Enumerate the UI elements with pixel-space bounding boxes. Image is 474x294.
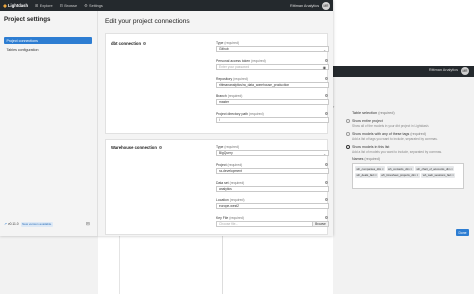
background-window-top — [333, 0, 474, 66]
project-input[interactable]: ra-development — [216, 168, 329, 175]
info-icon[interactable]: i — [325, 181, 329, 185]
arrow-up-icon: ↗ — [4, 222, 8, 227]
type-label: Type (required) — [216, 145, 240, 149]
tag-chip[interactable]: wh_contacts_dim × — [386, 166, 414, 172]
keyfile-label: Key File (required) — [216, 216, 244, 220]
branch-input[interactable]: master — [216, 99, 329, 106]
names-label: Names (required) — [352, 157, 380, 161]
background-main-edge — [98, 236, 120, 294]
dbt-connection-title: dbt connection i — [111, 41, 147, 46]
dbt-connection-card: dbt connection i Type (required) Github ⌄ … — [105, 33, 329, 134]
dataset-label: Data set (required) — [216, 181, 245, 185]
version-info: ↗ v0.11.0 New version available — [4, 222, 53, 227]
radio-option-entire-project[interactable]: Show entire project — [346, 119, 469, 123]
tag-chip[interactable]: wh_companies_dim × — [355, 166, 386, 172]
radio-icon[interactable] — [346, 132, 350, 136]
radio-help-text: Add a list of tags you want to include, … — [352, 137, 438, 141]
table-selection-title: Table selection (required) — [352, 111, 395, 115]
radio-option-models-list[interactable]: Show models in this list — [346, 145, 469, 149]
nav-browse[interactable]: ⊟ Browse — [60, 3, 77, 8]
info-icon[interactable]: i — [325, 112, 329, 116]
radio-option-tags[interactable]: Show models with any of these tags (requ… — [346, 132, 469, 136]
tag-chip[interactable]: wh_web_sessions_fact × — [421, 172, 456, 178]
radio-label: Show models in this list — [352, 145, 390, 149]
lightdash-logo[interactable]: Lightdash — [3, 3, 28, 8]
tag-chip[interactable]: wh_timesheet_projects_dim × — [379, 172, 420, 178]
section-heading: Edit your project connections — [105, 18, 190, 25]
branch-label: Branch (required) — [216, 94, 243, 98]
warehouse-connection-card: Warehouse connection i Type (required) Bi… — [105, 139, 329, 235]
page-title: Project settings — [4, 16, 51, 23]
keyfile-input[interactable]: Choose file... Browse — [216, 221, 329, 228]
repository-input[interactable]: rittmananalytics/ra_data_warehouse_produ… — [216, 82, 329, 89]
background-sidebar — [0, 236, 98, 294]
done-button[interactable]: Done — [456, 229, 469, 236]
type-label: Type (required) — [216, 41, 240, 45]
new-version-badge[interactable]: New version available — [20, 222, 53, 227]
location-label: Location (required) — [216, 198, 245, 202]
names-tag-input[interactable]: wh_companies_dim × wh_contacts_dim × wh_… — [352, 163, 464, 189]
chevron-down-icon: ⌄ — [323, 151, 326, 156]
avatar[interactable]: MR — [322, 1, 330, 10]
logo-icon — [3, 3, 7, 8]
info-icon[interactable]: i — [325, 59, 329, 63]
tag-chip[interactable]: wh_deals_fact × — [355, 172, 379, 178]
top-navbar: Lightdash ⊞ Explore ⊟ Browse ⚙ Settings Rit… — [0, 0, 333, 11]
repository-label: Repository (required) — [216, 77, 248, 81]
dbt-type-select[interactable]: Github ⌄ — [216, 46, 329, 53]
dataset-input[interactable]: analytics — [216, 186, 329, 193]
collapse-sidebar-icon[interactable]: ⊟ — [86, 221, 90, 227]
explore-icon: ⊞ — [35, 3, 39, 8]
project-directory-input[interactable]: / — [216, 117, 329, 124]
info-icon[interactable]: i — [325, 77, 329, 81]
settings-sidebar: Project settings Project connections Tab… — [0, 11, 98, 236]
chevron-down-icon: ⌄ — [323, 47, 326, 52]
background-avatar[interactable]: MR — [461, 67, 469, 75]
info-icon[interactable]: i — [142, 41, 147, 46]
info-icon[interactable]: i — [158, 145, 163, 150]
info-icon[interactable]: i — [325, 198, 329, 202]
warehouse-connection-title: Warehouse connection i — [111, 145, 163, 150]
info-icon[interactable]: i — [325, 216, 329, 220]
nav-explore[interactable]: ⊞ Explore — [35, 3, 53, 8]
gear-icon: ⚙ — [84, 3, 88, 8]
radio-help-text: Show all of the models in your dbt proje… — [352, 124, 430, 128]
chevron-right-icon: › — [333, 104, 335, 109]
radio-help-text: Add a list of models you want to include… — [352, 150, 443, 154]
project-directory-label: Project directory path (required) — [216, 112, 264, 116]
main-content: Edit your project connections dbt connec… — [98, 11, 333, 236]
warehouse-type-select[interactable]: BigQuery ⌄ — [216, 150, 329, 157]
sidebar-item-tables-configuration[interactable]: Tables configuration — [4, 46, 92, 53]
background-divider — [222, 236, 223, 294]
organization-name: Rittman Analytics — [290, 3, 320, 8]
radio-icon[interactable] — [346, 119, 350, 123]
project-label: Project (required) — [216, 163, 243, 167]
radio-label: Show models with any of these tags (requ… — [352, 132, 426, 136]
radio-selected-icon[interactable] — [346, 145, 350, 149]
info-icon[interactable]: i — [325, 94, 329, 98]
location-input[interactable]: europe-west2 — [216, 203, 329, 210]
browse-button[interactable]: Browse — [312, 222, 328, 227]
browse-icon: ⊟ — [59, 3, 63, 8]
version-label: v0.11.0 — [8, 222, 19, 227]
background-brand-name: Rittman Analytics — [428, 68, 458, 72]
tag-chip[interactable]: wh_chart_of_accounts_dim × — [414, 166, 455, 172]
token-label: Personal access token (required) — [216, 59, 266, 63]
nav-settings[interactable]: ⚙ Settings — [84, 3, 103, 8]
eye-icon[interactable]: ◉ — [323, 65, 326, 70]
radio-label: Show entire project — [352, 119, 383, 123]
table-selection-section: Table selection (required) Show entire p… — [346, 111, 469, 189]
info-icon[interactable]: i — [325, 163, 329, 167]
personal-access-token-input[interactable]: Enter your password ◉ — [216, 64, 329, 71]
project-settings-window: Lightdash ⊞ Explore ⊟ Browse ⚙ Settings Rit… — [0, 0, 333, 236]
sidebar-item-project-connections[interactable]: Project connections — [4, 37, 92, 44]
